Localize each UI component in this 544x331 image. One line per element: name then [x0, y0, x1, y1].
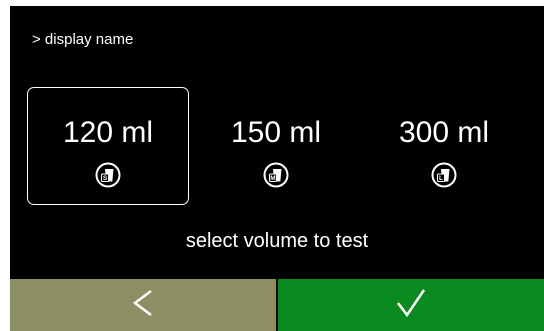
instruction-text: select volume to test — [185, 230, 369, 252]
confirm-button[interactable] — [278, 279, 544, 331]
volume-option-small[interactable]: 120 ml S — [27, 87, 189, 205]
chevron-left-icon — [128, 287, 158, 324]
bottom-action-bar — [10, 279, 544, 331]
breadcrumb: > display name — [32, 31, 134, 48]
cup-size-letter: L — [439, 175, 443, 182]
volume-option-large[interactable]: 300 ml L — [363, 87, 525, 205]
device-screen: > display name 120 ml S 150 ml M 300 ml … — [10, 6, 544, 331]
volume-option-medium[interactable]: 150 ml M — [195, 87, 357, 205]
checkmark-icon — [393, 286, 429, 325]
volume-option-label: 300 ml — [398, 116, 490, 149]
cup-small-icon: S — [95, 162, 121, 188]
cup-size-letter: M — [270, 175, 275, 182]
volume-option-label: 150 ml — [230, 116, 322, 149]
volume-options: 120 ml S 150 ml M 300 ml L — [27, 87, 527, 207]
cup-medium-icon: M — [263, 162, 289, 188]
back-button[interactable] — [10, 279, 276, 331]
volume-option-label: 120 ml — [62, 116, 154, 149]
cup-size-letter: S — [103, 175, 108, 182]
cup-large-icon: L — [431, 162, 457, 188]
